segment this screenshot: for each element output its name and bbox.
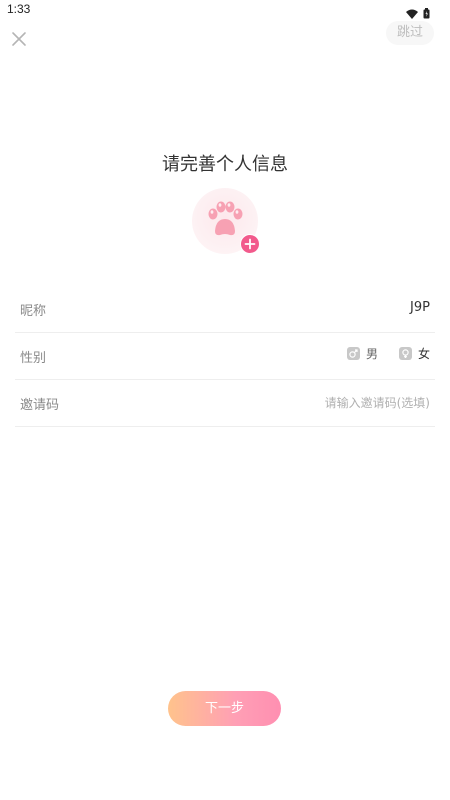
status-time: 1:33 — [7, 2, 31, 16]
gender-male-label: 男 — [365, 347, 378, 361]
battery-icon — [423, 4, 430, 23]
female-icon — [398, 347, 412, 360]
male-icon — [346, 347, 360, 360]
gender-option-female[interactable]: 女 — [398, 345, 430, 362]
nickname-label: 昵称 — [20, 304, 47, 319]
nickname-value[interactable]: J9P — [410, 300, 430, 315]
close-button[interactable] — [8, 28, 30, 50]
invite-code-input[interactable]: 请输入邀请码(选填) — [325, 394, 430, 411]
gender-female-label: 女 — [417, 347, 430, 361]
gender-row: 性别 男 女 — [15, 333, 435, 380]
next-step-button[interactable]: 下一步 — [168, 691, 281, 726]
nickname-row[interactable]: 昵称 J9P — [15, 286, 435, 333]
invite-code-label: 邀请码 — [20, 398, 60, 413]
page-title: 请完善个人信息 — [162, 154, 288, 175]
skip-button[interactable]: 跳过 — [386, 21, 434, 45]
close-icon — [8, 32, 30, 54]
avatar-add-button[interactable] — [240, 234, 260, 254]
gender-label: 性别 — [20, 351, 47, 366]
gender-option-male[interactable]: 男 — [346, 345, 378, 362]
profile-setup-screen: 1:33 跳过 请完善个人信息 昵称 J9P 性别 男 女 邀请码 请输入邀请码… — [0, 0, 450, 800]
status-bar: 1:33 — [0, 0, 450, 22]
invite-code-row[interactable]: 邀请码 请输入邀请码(选填) — [15, 380, 435, 427]
